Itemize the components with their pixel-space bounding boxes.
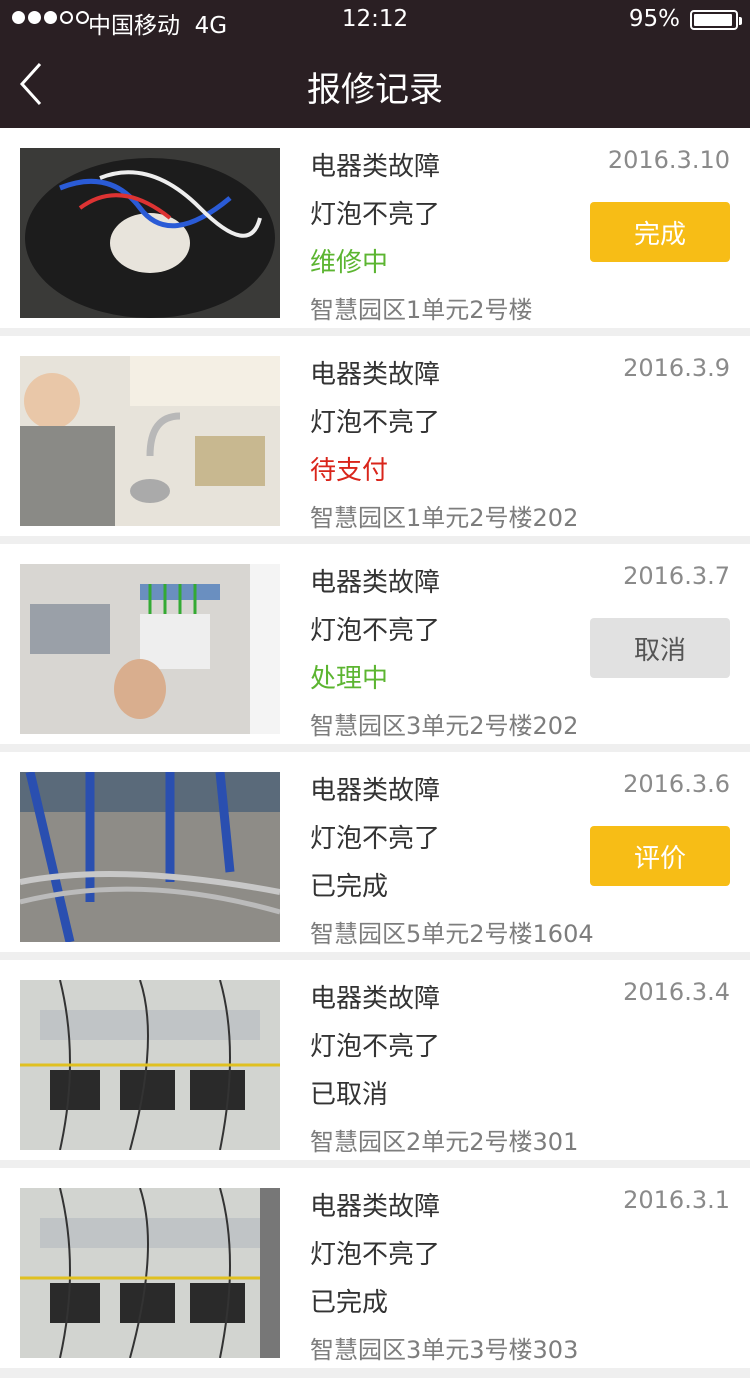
record-category: 电器类故障 bbox=[310, 984, 441, 1014]
record-category: 电器类故障 bbox=[310, 360, 441, 390]
record-photo bbox=[20, 356, 280, 526]
status-bar: 中国移动 4G 12:12 95% bbox=[0, 0, 750, 40]
record-date: 2016.3.7 bbox=[623, 562, 730, 590]
record-address: 智慧园区1单元2号楼202 bbox=[310, 504, 579, 532]
record-photo bbox=[20, 148, 280, 318]
battery-percent: 95% bbox=[628, 6, 680, 32]
record-address: 智慧园区5单元2号楼1604 bbox=[310, 920, 594, 948]
review-button[interactable]: 评价 bbox=[590, 826, 730, 886]
record-description: 灯泡不亮了 bbox=[310, 408, 441, 438]
record-date: 2016.3.4 bbox=[623, 978, 730, 1006]
record-category: 电器类故障 bbox=[310, 776, 441, 806]
complete-button[interactable]: 完成 bbox=[590, 202, 730, 262]
record-date: 2016.3.6 bbox=[623, 770, 730, 798]
record-date: 2016.3.1 bbox=[623, 1186, 730, 1214]
record-photo bbox=[20, 1188, 280, 1358]
record-status: 已完成 bbox=[310, 1288, 389, 1318]
top-bar: 中国移动 4G 12:12 95% 报修记录 bbox=[0, 0, 750, 128]
record-address: 智慧园区2单元2号楼301 bbox=[310, 1128, 579, 1156]
record-item[interactable]: 电器类故障 灯泡不亮了 已完成 智慧园区3单元3号楼303 2016.3.1 bbox=[0, 1168, 750, 1368]
record-item[interactable]: 电器类故障 灯泡不亮了 待支付 智慧园区1单元2号楼202 2016.3.9 bbox=[0, 336, 750, 536]
record-item[interactable]: 电器类故障 灯泡不亮了 处理中 智慧园区3单元2号楼202 2016.3.7 取… bbox=[0, 544, 750, 744]
record-category: 电器类故障 bbox=[310, 1192, 441, 1222]
record-item[interactable]: 电器类故障 灯泡不亮了 已取消 智慧园区2单元2号楼301 2016.3.4 bbox=[0, 960, 750, 1160]
record-date: 2016.3.10 bbox=[607, 146, 730, 174]
record-photo bbox=[20, 772, 280, 942]
battery-icon bbox=[690, 10, 742, 30]
record-category: 电器类故障 bbox=[310, 152, 441, 182]
page-title: 报修记录 bbox=[307, 70, 443, 110]
record-description: 灯泡不亮了 bbox=[310, 616, 441, 646]
record-status: 处理中 bbox=[310, 664, 389, 694]
record-address: 智慧园区3单元2号楼202 bbox=[310, 712, 579, 740]
record-description: 灯泡不亮了 bbox=[310, 200, 441, 230]
record-status: 待支付 bbox=[310, 456, 389, 486]
record-photo bbox=[20, 980, 280, 1150]
record-description: 灯泡不亮了 bbox=[310, 824, 441, 854]
record-description: 灯泡不亮了 bbox=[310, 1240, 441, 1270]
repair-record-list: 电器类故障 灯泡不亮了 维修中 智慧园区1单元2号楼 2016.3.10 完成 … bbox=[0, 128, 750, 1376]
record-status: 已完成 bbox=[310, 872, 389, 902]
record-status: 已取消 bbox=[310, 1080, 389, 1110]
record-item[interactable]: 电器类故障 灯泡不亮了 维修中 智慧园区1单元2号楼 2016.3.10 完成 bbox=[0, 128, 750, 328]
record-description: 灯泡不亮了 bbox=[310, 1032, 441, 1062]
record-status: 维修中 bbox=[310, 248, 389, 278]
record-photo bbox=[20, 564, 280, 734]
record-category: 电器类故障 bbox=[310, 568, 441, 598]
record-address: 智慧园区3单元3号楼303 bbox=[310, 1336, 579, 1364]
record-address: 智慧园区1单元2号楼 bbox=[310, 296, 533, 324]
cancel-button[interactable]: 取消 bbox=[590, 618, 730, 678]
record-item[interactable]: 电器类故障 灯泡不亮了 已完成 智慧园区5单元2号楼1604 2016.3.6 … bbox=[0, 752, 750, 952]
record-date: 2016.3.9 bbox=[623, 354, 730, 382]
